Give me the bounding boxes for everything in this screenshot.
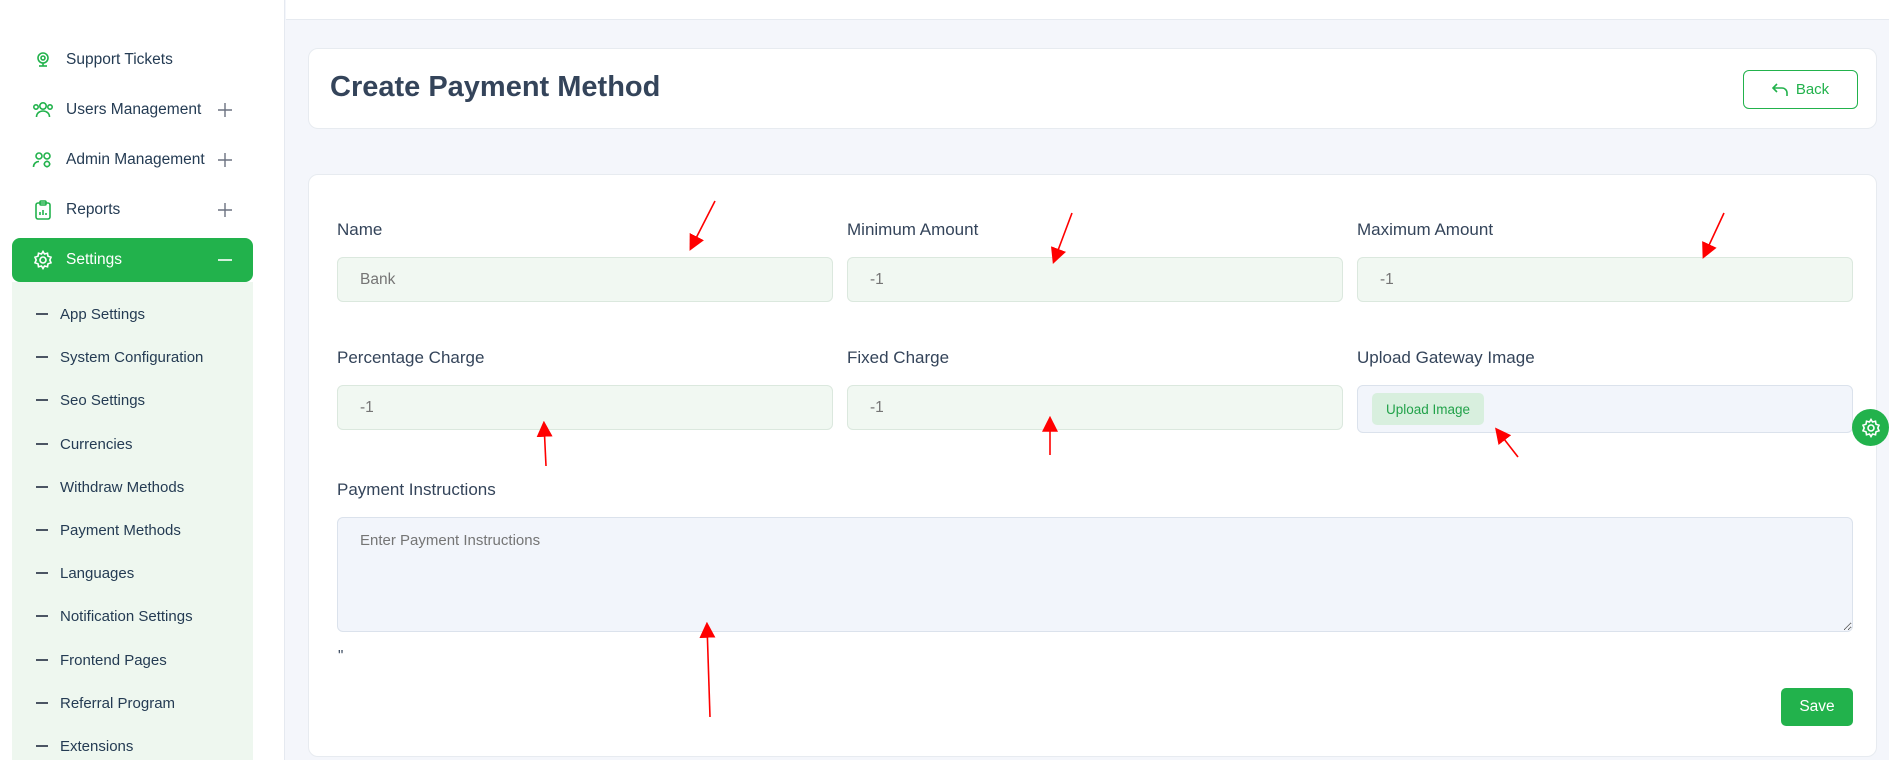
maximum-amount-input[interactable] — [1357, 257, 1853, 302]
sidebar-item-support-tickets[interactable]: Support Tickets — [12, 38, 253, 82]
submenu-item-currencies[interactable]: Currencies — [36, 432, 133, 456]
stray-text: " — [338, 647, 344, 664]
sidebar: Support Tickets Users Management Admin M… — [0, 0, 285, 760]
sidebar-item-label: Support Tickets — [66, 51, 173, 68]
support-icon — [32, 49, 54, 71]
minimum-amount-label: Minimum Amount — [847, 220, 979, 239]
submenu-item-extensions[interactable]: Extensions — [36, 734, 133, 758]
settings-fab-button[interactable] — [1852, 409, 1889, 446]
payment-instructions-textarea[interactable] — [337, 517, 1853, 632]
plus-icon[interactable] — [217, 152, 233, 168]
sidebar-item-admin-management[interactable]: Admin Management — [12, 138, 253, 182]
save-button[interactable]: Save — [1781, 688, 1853, 726]
admin-icon — [32, 149, 54, 171]
sidebar-item-users-management[interactable]: Users Management — [12, 88, 253, 132]
users-icon — [32, 99, 54, 121]
sidebar-item-label: Admin Management — [66, 151, 205, 168]
percentage-charge-input[interactable] — [337, 385, 833, 430]
submenu-item-notification-settings[interactable]: Notification Settings — [36, 604, 193, 628]
reports-icon — [32, 199, 54, 221]
percentage-charge-label: Percentage Charge — [337, 348, 485, 367]
upload-gateway-image-label: Upload Gateway Image — [1357, 348, 1535, 367]
name-label: Name — [337, 220, 383, 239]
plus-icon[interactable] — [217, 102, 233, 118]
maximum-amount-label: Maximum Amount — [1357, 220, 1494, 239]
submenu-item-seo-settings[interactable]: Seo Settings — [36, 388, 145, 412]
minus-icon[interactable] — [217, 252, 233, 268]
gear-icon — [1861, 417, 1880, 438]
name-input[interactable] — [337, 257, 833, 302]
plus-icon[interactable] — [217, 202, 233, 218]
page-header-card: Create Payment Method Back — [308, 48, 1877, 129]
submenu-item-app-settings[interactable]: App Settings — [36, 302, 145, 326]
settings-submenu: App Settings System Configuration Seo Se… — [12, 282, 253, 760]
page-title: Create Payment Method — [330, 71, 661, 103]
submenu-item-frontend-pages[interactable]: Frontend Pages — [36, 648, 167, 672]
upload-image-button[interactable]: Upload Image — [1372, 393, 1484, 425]
minimum-amount-input[interactable] — [847, 257, 1343, 302]
fixed-charge-input[interactable] — [847, 385, 1343, 430]
submenu-item-system-configuration[interactable]: System Configuration — [36, 345, 203, 369]
submenu-item-referral-program[interactable]: Referral Program — [36, 691, 175, 715]
sidebar-item-label: Users Management — [66, 101, 202, 118]
sidebar-item-settings[interactable]: Settings — [12, 238, 253, 282]
back-button[interactable]: Back — [1743, 70, 1858, 109]
back-arrow-icon — [1771, 82, 1788, 96]
sidebar-item-label: Settings — [66, 251, 123, 268]
submenu-item-languages[interactable]: Languages — [36, 561, 134, 585]
fixed-charge-label: Fixed Charge — [847, 348, 950, 367]
sidebar-item-reports[interactable]: Reports — [12, 188, 253, 232]
submenu-item-withdraw-methods[interactable]: Withdraw Methods — [36, 475, 184, 499]
payment-method-form: Name Minimum Amount Maximum Amount Perce… — [308, 174, 1877, 757]
settings-icon — [32, 249, 54, 271]
upload-gateway-image-field[interactable]: Upload Image — [1357, 385, 1853, 433]
sidebar-item-label: Reports — [66, 201, 121, 218]
back-button-label: Back — [1795, 81, 1830, 98]
submenu-item-payment-methods[interactable]: Payment Methods — [36, 518, 181, 542]
top-header — [286, 0, 1889, 20]
payment-instructions-label: Payment Instructions — [337, 480, 496, 499]
